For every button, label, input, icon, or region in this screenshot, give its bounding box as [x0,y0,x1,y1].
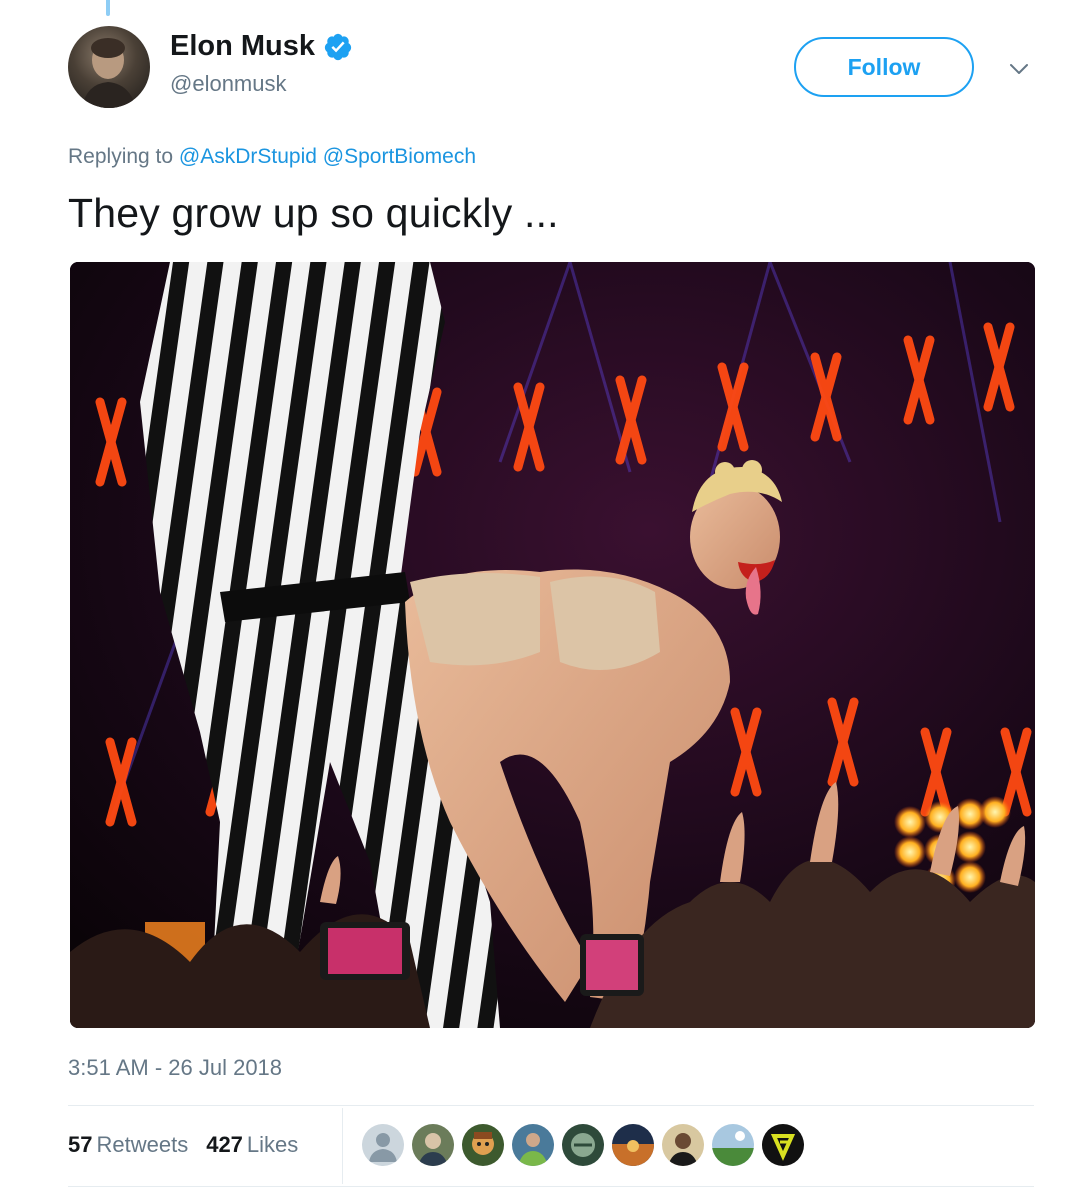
retweets-stat[interactable]: 57 Retweets [68,1132,188,1158]
likes-count: 427 [206,1132,243,1157]
likes-stat[interactable]: 427 Likes [206,1132,298,1158]
retweets-label: Retweets [96,1132,189,1157]
avatar[interactable] [68,26,150,108]
reply-context: Replying to @AskDrStupid @SportBiomech [68,145,476,169]
reply-context-prefix: Replying to [68,145,174,168]
verified-badge-icon [323,32,353,62]
follow-button[interactable]: Follow [794,37,974,97]
liker-avatar[interactable] [412,1124,454,1166]
likes-label: Likes [246,1132,299,1157]
author-block: Elon Musk @elonmusk [170,30,353,97]
mention-link-sportbiomech[interactable]: @SportBiomech [323,145,476,168]
tweet-text: They grow up so quickly ... [68,190,559,236]
liker-avatar[interactable] [512,1124,554,1166]
tweet-media-photo[interactable] [70,262,1035,1028]
stage-performance-photo [70,262,1035,1028]
liker-avatar[interactable] [762,1124,804,1166]
liker-avatar[interactable] [662,1124,704,1166]
liker-avatar[interactable] [362,1124,404,1166]
thread-connector-line [106,0,110,16]
liker-avatar[interactable] [712,1124,754,1166]
author-display-name[interactable]: Elon Musk [170,30,315,63]
stats-divider-top [68,1105,1034,1106]
liker-avatar[interactable] [612,1124,654,1166]
liker-avatar[interactable] [462,1124,504,1166]
mention-link-askdrstupid[interactable]: @AskDrStupid [179,145,317,168]
tweet-timestamp[interactable]: 3:51 AM - 26 Jul 2018 [68,1055,282,1081]
retweets-count: 57 [68,1132,93,1157]
chevron-down-icon[interactable] [1004,54,1034,84]
avatar-photo [82,38,136,108]
liker-avatars [362,1124,804,1166]
liker-avatar[interactable] [562,1124,604,1166]
stats-vertical-divider [342,1108,343,1184]
author-handle[interactable]: @elonmusk [170,71,353,97]
tweet-stats: 57 Retweets 427 Likes [68,1132,298,1158]
stats-divider-bottom [68,1186,1034,1187]
